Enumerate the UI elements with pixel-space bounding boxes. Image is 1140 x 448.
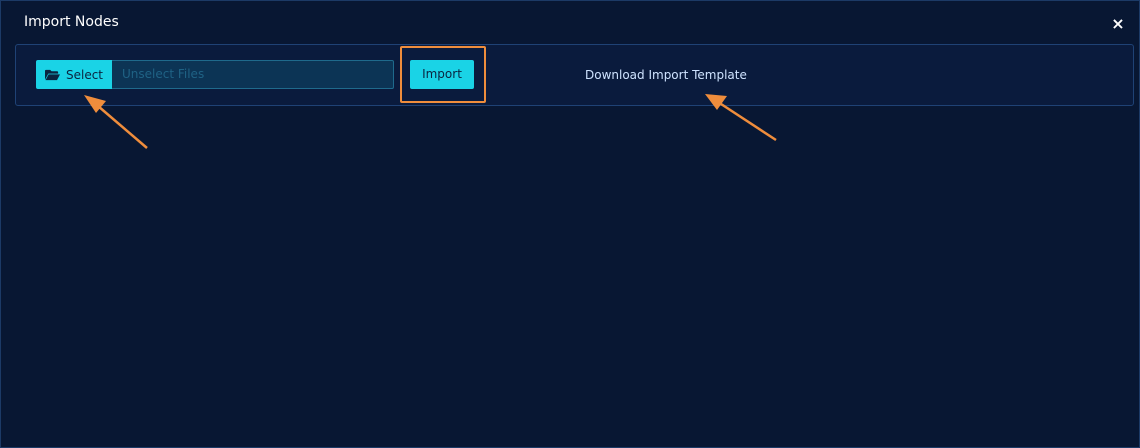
- annotation-arrow-select: [84, 95, 148, 149]
- annotation-arrows: [84, 94, 777, 149]
- annotation-arrow-download: [705, 94, 777, 142]
